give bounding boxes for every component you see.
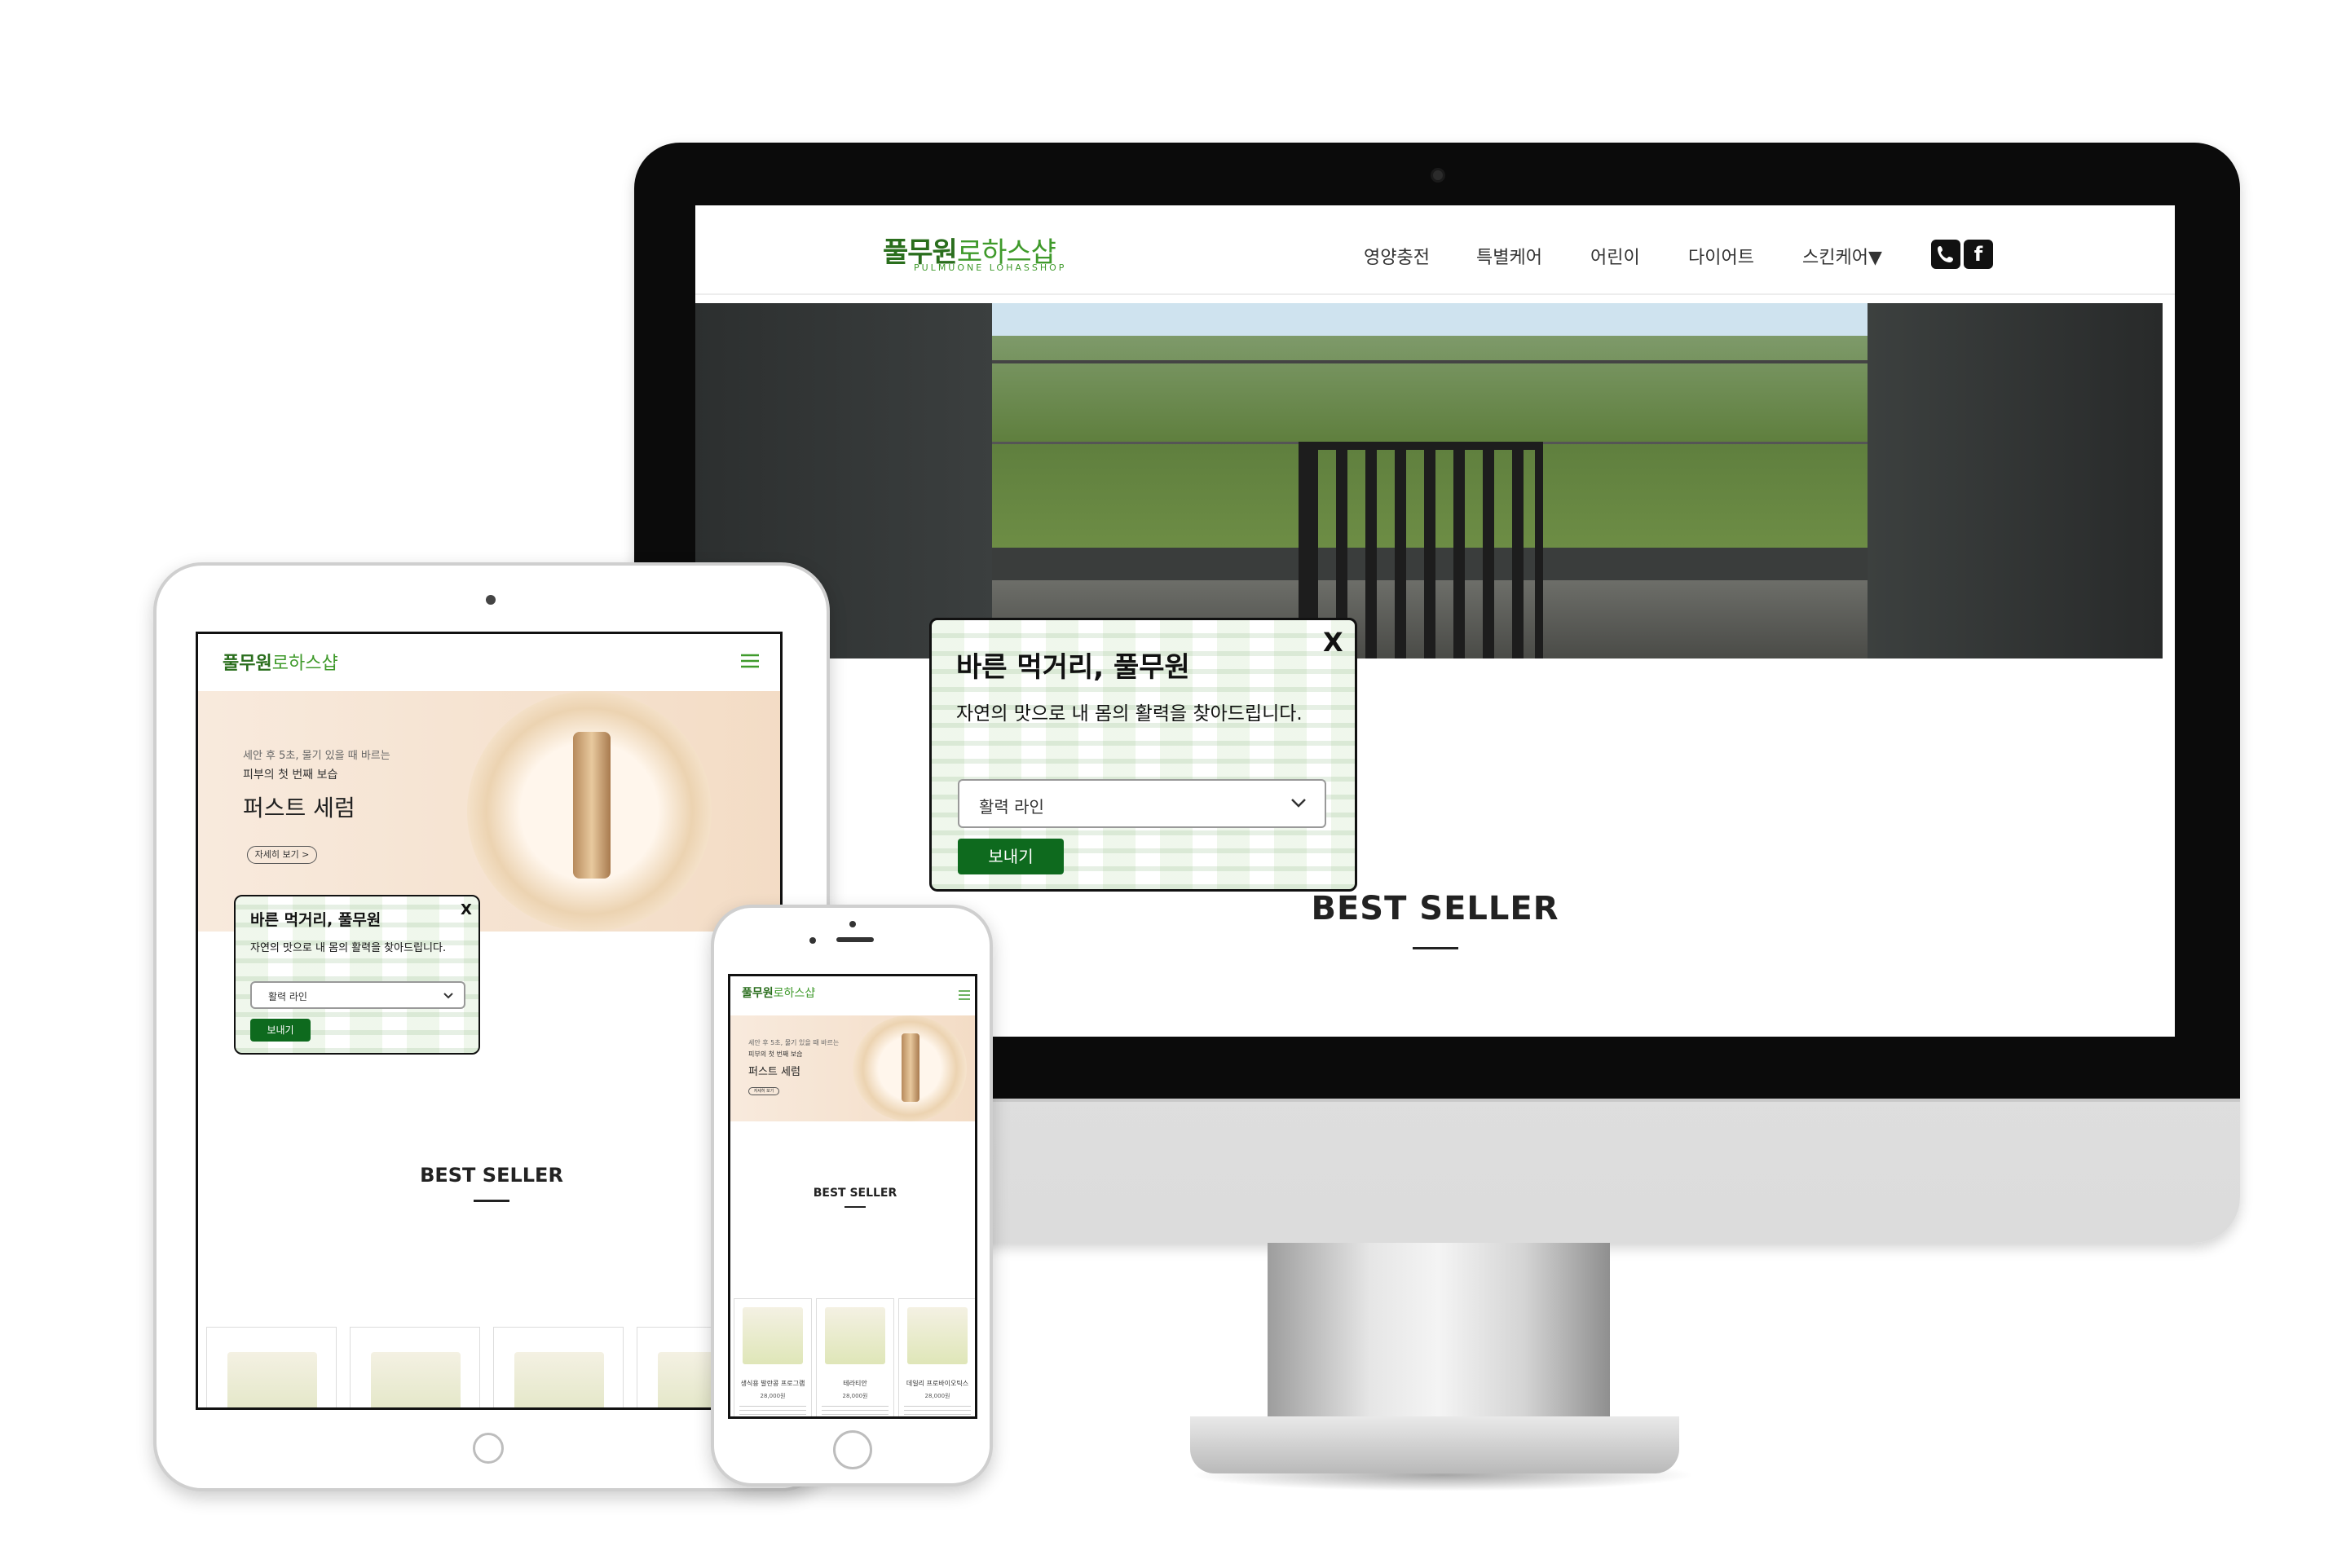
hamburger-menu-icon[interactable] xyxy=(959,988,970,1003)
popup-subtitle: 자연의 맛으로 내 몸의 활력을 찾아드립니다. xyxy=(956,703,1303,725)
product-image xyxy=(514,1352,604,1407)
phone-logo[interactable]: 풀무원로하스샵 xyxy=(742,984,815,1001)
hero-wall-right xyxy=(1868,303,2163,658)
imac-stand xyxy=(1268,1243,1610,1418)
logo-light-text: 로하스샵 xyxy=(271,654,338,674)
popup-subtitle: 자연의 맛으로 내 몸의 활력을 찾아드립니다. xyxy=(250,942,447,954)
product-name: 데일리 프로바이오틱스 xyxy=(906,1380,969,1387)
product-card[interactable] xyxy=(493,1327,624,1407)
logo-light-text: 로하스샵 xyxy=(773,987,816,1000)
hero-railing xyxy=(992,360,1868,363)
phone-icon[interactable] xyxy=(1931,240,1960,269)
hero-line1: 세안 후 5초, 물기 있을 때 바르는 xyxy=(243,750,390,762)
hamburger-menu-icon[interactable] xyxy=(741,654,759,672)
product-price: 28,000원 xyxy=(924,1393,950,1399)
popup-select-value: 활력 라인 xyxy=(268,991,307,1002)
phone-hero-banner: 세안 후 5초, 물기 있을 때 바르는 피부의 첫 번째 보습 퍼스트 세럼 … xyxy=(730,1015,975,1121)
product-card[interactable]: 테라티안 28,000원 xyxy=(816,1298,894,1416)
desktop-hero-banner xyxy=(695,303,2163,658)
product-price: 28,000원 xyxy=(842,1393,868,1399)
phone-screen: 풀무원로하스샵 세안 후 5초, 물기 있을 때 바르는 피부의 첫 번째 보습… xyxy=(728,974,977,1419)
phone-camera xyxy=(849,921,856,927)
hero-line1: 세안 후 5초, 물기 있을 때 바르는 xyxy=(748,1039,840,1046)
best-seller-title: BEST SELLER xyxy=(420,1164,563,1187)
desktop-promo-popup: 바른 먹거리, 풀무원 자연의 맛으로 내 몸의 활력을 찾아드립니다. X 활… xyxy=(929,618,1357,892)
tablet-logo[interactable]: 풀무원로하스샵 xyxy=(223,649,338,675)
logo-main-text: 풀무원 xyxy=(742,987,774,1000)
popup-line-select[interactable]: 활력 라인 xyxy=(250,981,465,1009)
nav-item-diet[interactable]: 다이어트 xyxy=(1688,243,1754,269)
popup-line-select[interactable]: 활력 라인 xyxy=(958,779,1326,828)
product-description xyxy=(822,1403,889,1415)
popup-select-value: 활력 라인 xyxy=(979,797,1044,817)
popup-title: 바른 먹거리, 풀무원 xyxy=(250,911,381,929)
phone-speaker xyxy=(836,937,874,942)
product-name: 생식용 발란콩 프로그램 xyxy=(740,1380,805,1387)
nav-item-skincare[interactable]: 스킨케어▼ xyxy=(1802,243,1882,269)
product-image xyxy=(371,1352,461,1407)
product-name: 테라티안 xyxy=(843,1380,867,1387)
logo-subtitle: PULMUONE LOHASSHOP xyxy=(914,262,1067,273)
nav-item-special-care[interactable]: 특별케어 xyxy=(1476,243,1542,269)
best-seller-underline xyxy=(474,1200,509,1202)
product-image xyxy=(227,1352,317,1407)
phone-sensor xyxy=(809,937,816,944)
best-seller-title: BEST SELLER xyxy=(813,1187,897,1200)
popup-submit-button[interactable]: 보내기 xyxy=(250,1019,311,1042)
popup-close-button[interactable]: X xyxy=(461,901,472,918)
tablet-camera xyxy=(486,595,496,605)
imac-stand-foot xyxy=(1190,1416,1679,1473)
tablet-promo-popup: 바른 먹거리, 풀무원 자연의 맛으로 내 몸의 활력을 찾아드립니다. X 활… xyxy=(234,895,480,1055)
best-seller-underline xyxy=(1413,947,1458,949)
product-description xyxy=(904,1403,971,1415)
chevron-down-icon xyxy=(1290,791,1307,820)
serum-bottle xyxy=(573,732,611,879)
popup-title: 바른 먹거리, 풀무원 xyxy=(956,651,1190,684)
popup-submit-button[interactable]: 보내기 xyxy=(958,839,1064,874)
tablet-home-button xyxy=(473,1433,504,1464)
product-card[interactable]: 데일리 프로바이오틱스 28,000원 xyxy=(898,1298,975,1416)
desktop-header: 풀무원로하스샵 PULMUONE LOHASSHOP 영양충전 특별케어 어린이… xyxy=(695,205,2175,295)
nav-item-kids[interactable]: 어린이 xyxy=(1590,243,1640,269)
product-image xyxy=(743,1307,803,1364)
popup-close-button[interactable]: X xyxy=(1323,627,1343,658)
product-card[interactable] xyxy=(206,1327,337,1407)
facebook-icon[interactable]: f xyxy=(1964,240,1993,269)
hero-line2: 피부의 첫 번째 보습 xyxy=(748,1050,803,1058)
logo-main-text: 풀무원 xyxy=(223,654,272,674)
hero-line2: 피부의 첫 번째 보습 xyxy=(243,769,338,782)
hero-title: 퍼스트 세럼 xyxy=(243,795,355,821)
product-description xyxy=(739,1403,806,1415)
nav-item-nutrition[interactable]: 영양충전 xyxy=(1364,243,1430,269)
hero-more-button[interactable]: 자세히 보기 > xyxy=(247,846,317,864)
product-image xyxy=(907,1307,968,1364)
product-image xyxy=(825,1307,885,1364)
chevron-down-icon xyxy=(443,988,454,1007)
serum-bottle xyxy=(902,1033,919,1102)
product-card[interactable] xyxy=(350,1327,480,1407)
imac-camera xyxy=(1431,168,1445,183)
product-card[interactable]: 생식용 발란콩 프로그램 28,000원 xyxy=(734,1298,812,1416)
phone-home-button xyxy=(833,1430,872,1469)
best-seller-underline xyxy=(844,1206,866,1208)
hero-more-button[interactable]: 자세히 보기 xyxy=(748,1087,779,1095)
hero-title: 퍼스트 세럼 xyxy=(748,1066,800,1078)
product-price: 28,000원 xyxy=(760,1393,786,1399)
